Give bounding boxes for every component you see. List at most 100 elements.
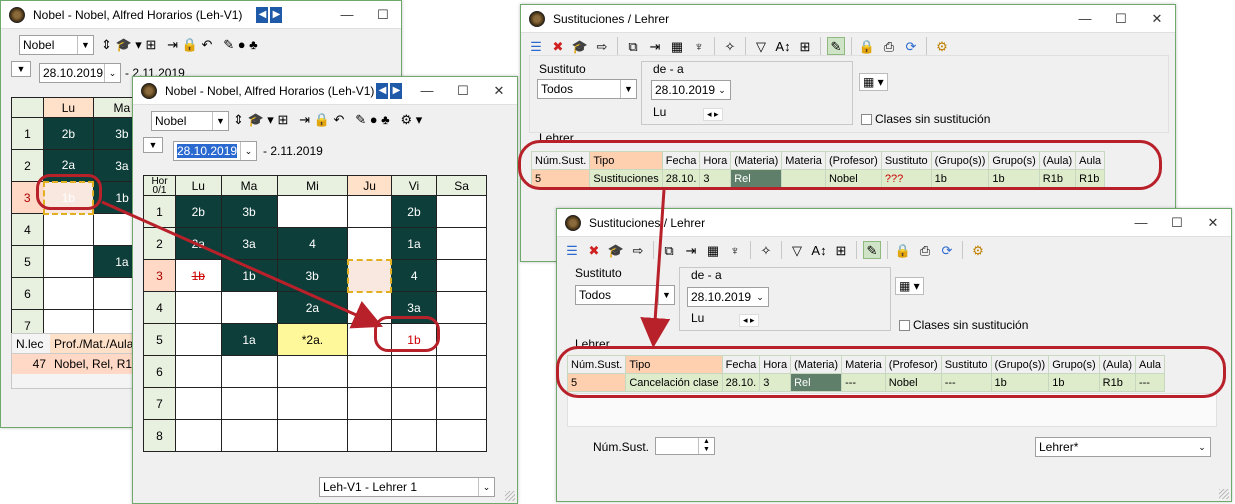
calendar-view-button[interactable]: ▦ ▾ [895, 277, 924, 295]
day-stepper[interactable]: ◂ ▸ [703, 108, 723, 121]
minimize-icon[interactable]: — [329, 1, 365, 29]
close-icon[interactable]: ✕ [481, 77, 517, 105]
edit-icon[interactable]: ✎ [863, 241, 881, 259]
timetable-cell[interactable]: 2a [276, 291, 349, 324]
timetable-cell[interactable] [347, 419, 392, 452]
copy-icon[interactable]: ⧉ [660, 241, 678, 259]
timetable-cell[interactable] [276, 355, 349, 388]
timetable-cell[interactable]: 1a [220, 323, 278, 356]
list-icon[interactable]: ☰ [527, 37, 545, 55]
timetable-cell[interactable]: 2b [390, 195, 438, 228]
lock-icon[interactable]: 🔒 [894, 241, 912, 259]
title-bar[interactable]: Sustituciones / Lehrer — ☐ ✕ [521, 5, 1175, 33]
close-icon[interactable]: ✕ [1195, 209, 1231, 237]
maximize-icon[interactable]: ☐ [1103, 5, 1139, 33]
timetable-cell[interactable]: 3a [220, 227, 278, 260]
settings-icon[interactable]: ⚙ [933, 37, 951, 55]
timetable-cell[interactable] [175, 291, 222, 324]
export-icon[interactable]: ⇨ [593, 37, 611, 55]
delete-icon[interactable]: ✖ [549, 37, 567, 55]
title-bar[interactable]: Nobel - Nobel, Alfred Horarios (Leh-V1) … [133, 77, 517, 105]
next-arrow-icon[interactable]: ▶ [270, 6, 283, 23]
num-sust-input[interactable]: ▲ ▼ [655, 437, 715, 455]
grid-icon[interactable]: ⊞ [832, 241, 850, 259]
resize-grip[interactable] [505, 491, 515, 501]
grid-icon[interactable]: ⊞ [796, 37, 814, 55]
stethoscope-icon[interactable]: ♆ [690, 37, 708, 55]
list-icon[interactable]: ☰ [563, 241, 581, 259]
timetable-cell[interactable]: 3b [220, 195, 278, 228]
timetable-cell[interactable] [276, 387, 349, 420]
timetable-cell[interactable] [436, 355, 487, 388]
timetable-cell[interactable]: 1b [175, 259, 222, 292]
timetable-cell[interactable] [43, 277, 94, 310]
export-icon[interactable]: ⇨ [629, 241, 647, 259]
wand-icon[interactable]: ✧ [721, 37, 739, 55]
title-bar[interactable]: Nobel - Nobel, Alfred Horarios (Leh-V1) … [1, 1, 401, 29]
timetable-cell[interactable]: 2b [43, 117, 94, 150]
timetable-cell[interactable] [390, 355, 438, 388]
timetable-cell[interactable] [436, 259, 487, 292]
calculator-icon[interactable]: ▦ [668, 37, 686, 55]
minimize-icon[interactable]: — [409, 77, 445, 105]
date-picker[interactable]: 28.10.2019 ⌄ [687, 287, 769, 307]
timetable-cell[interactable] [175, 387, 222, 420]
delete-icon[interactable]: ✖ [585, 241, 603, 259]
wand-icon[interactable]: ✧ [757, 241, 775, 259]
timetable-cell[interactable] [347, 387, 392, 420]
copy-icon[interactable]: ⧉ [624, 37, 642, 55]
timetable-format-select[interactable]: Leh-V1 - Lehrer 1 ⌄ [319, 477, 495, 497]
timetable-cell[interactable] [436, 387, 487, 420]
import-icon[interactable]: ⇥ [682, 241, 700, 259]
sort-icon[interactable]: A↕ [810, 241, 828, 259]
calculator-icon[interactable]: ▦ [704, 241, 722, 259]
timetable-cell[interactable] [347, 195, 392, 228]
close-icon[interactable]: ✕ [1139, 5, 1175, 33]
stethoscope-icon[interactable]: ♆ [726, 241, 744, 259]
title-bar[interactable]: Sustituciones / Lehrer — ☐ ✕ [557, 209, 1231, 237]
cap-icon[interactable]: 🎓 [607, 241, 625, 259]
timetable-cell[interactable] [436, 291, 487, 324]
timetable-cell[interactable] [436, 419, 487, 452]
timetable-cell[interactable] [390, 419, 438, 452]
cap-icon[interactable]: 🎓 [571, 37, 589, 55]
no-substitution-checkbox[interactable]: Clases sin sustitución [899, 318, 1028, 332]
timetable-cell[interactable] [220, 291, 278, 324]
filter-icon[interactable]: ▽ [788, 241, 806, 259]
resize-grip[interactable] [1219, 489, 1229, 499]
timetable-cell[interactable]: 1b [220, 259, 278, 292]
minimize-icon[interactable]: — [1067, 5, 1103, 33]
view-dropdown[interactable]: ▼ [11, 61, 31, 77]
timetable-cell[interactable] [346, 258, 393, 293]
timetable-cell[interactable] [43, 213, 94, 246]
timetable-cell[interactable]: 1a [390, 227, 438, 260]
timetable-cell[interactable]: 2b [175, 195, 222, 228]
date-picker[interactable]: 28.10.2019 ⌄ [173, 141, 257, 161]
date-picker[interactable]: 28.10.2019 ⌄ [39, 63, 121, 83]
print-icon[interactable]: ⎙ [916, 241, 934, 259]
timetable-cell[interactable] [220, 355, 278, 388]
timetable-cell[interactable]: 3b [276, 259, 349, 292]
import-icon[interactable]: ⇥ [646, 37, 664, 55]
next-arrow-icon[interactable]: ▶ [390, 82, 403, 99]
timetable-cell[interactable] [347, 355, 392, 388]
timetable-cell[interactable]: *2a. [276, 323, 349, 356]
refresh-icon[interactable]: ⟳ [902, 37, 920, 55]
maximize-icon[interactable]: ☐ [445, 77, 481, 105]
timetable-cell[interactable] [436, 323, 487, 356]
filter-icon[interactable]: ▽ [752, 37, 770, 55]
prev-arrow-icon[interactable]: ◀ [376, 82, 389, 99]
timetable-cell[interactable] [276, 195, 349, 228]
timetable-cell[interactable] [390, 387, 438, 420]
timetable-cell[interactable]: 4 [276, 227, 349, 260]
timetable-cell[interactable] [175, 355, 222, 388]
date-picker[interactable]: 28.10.2019 ⌄ [651, 80, 731, 100]
timetable-cell[interactable] [175, 323, 222, 356]
print-icon[interactable]: ⎙ [880, 37, 898, 55]
timetable-cell[interactable] [220, 387, 278, 420]
timetable-cell[interactable] [347, 227, 392, 260]
timetable-cell[interactable] [436, 227, 487, 260]
timetable-cell[interactable]: 2a [175, 227, 222, 260]
maximize-icon[interactable]: ☐ [1159, 209, 1195, 237]
sust-select[interactable]: Todos ▼ [575, 285, 675, 305]
